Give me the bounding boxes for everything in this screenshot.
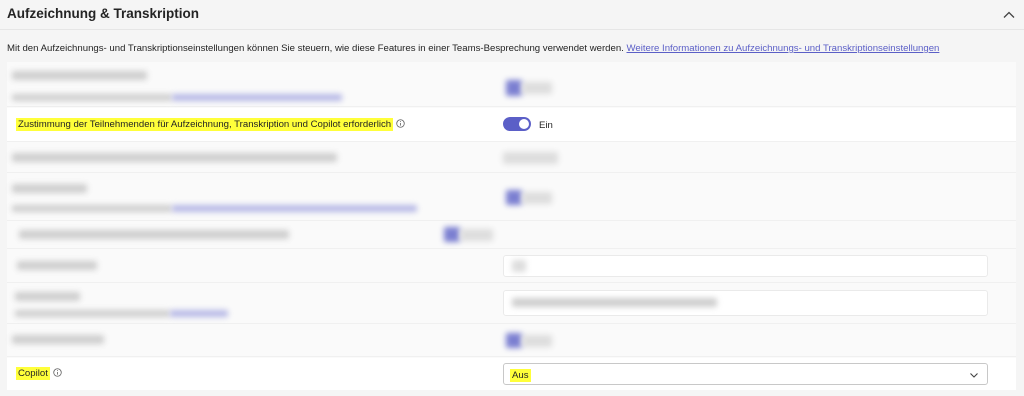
settings-row-blurred bbox=[7, 284, 1016, 324]
section-header[interactable]: Aufzeichnung & Transkription bbox=[0, 0, 1024, 30]
copilot-setting-row: Copilot Aus bbox=[7, 358, 1016, 390]
settings-row-blurred bbox=[7, 222, 1016, 249]
consent-label: Zustimmung der Teilnehmenden für Aufzeic… bbox=[16, 118, 405, 131]
settings-row-blurred bbox=[7, 143, 1016, 173]
section-title: Aufzeichnung & Transkription bbox=[7, 6, 200, 21]
learn-more-link[interactable]: Weitere Informationen zu Aufzeichnungs- … bbox=[627, 43, 940, 54]
settings-row-blurred bbox=[7, 325, 1016, 357]
consent-toggle[interactable] bbox=[503, 117, 531, 131]
settings-row-blurred bbox=[7, 174, 1016, 221]
chevron-up-icon[interactable] bbox=[1002, 8, 1016, 22]
settings-row-blurred bbox=[7, 62, 1016, 107]
copilot-label: Copilot bbox=[16, 367, 62, 380]
description-text: Mit den Aufzeichnungs- und Transkription… bbox=[7, 43, 627, 54]
copilot-selected-value: Aus bbox=[510, 369, 531, 382]
info-icon[interactable] bbox=[53, 368, 62, 377]
section-description: Mit den Aufzeichnungs- und Transkription… bbox=[7, 43, 939, 54]
consent-setting-row: Zustimmung der Teilnehmenden für Aufzeic… bbox=[7, 108, 1016, 142]
consent-toggle-label: Ein bbox=[539, 120, 553, 131]
copilot-dropdown[interactable]: Aus bbox=[503, 363, 988, 385]
chevron-down-icon bbox=[970, 373, 978, 378]
blurred-input[interactable] bbox=[503, 255, 988, 277]
toggle-knob bbox=[519, 119, 529, 129]
info-icon[interactable] bbox=[396, 119, 405, 128]
blurred-input[interactable] bbox=[503, 290, 988, 316]
settings-row-blurred bbox=[7, 250, 1016, 283]
settings-panel: Zustimmung der Teilnehmenden für Aufzeic… bbox=[7, 62, 1016, 390]
